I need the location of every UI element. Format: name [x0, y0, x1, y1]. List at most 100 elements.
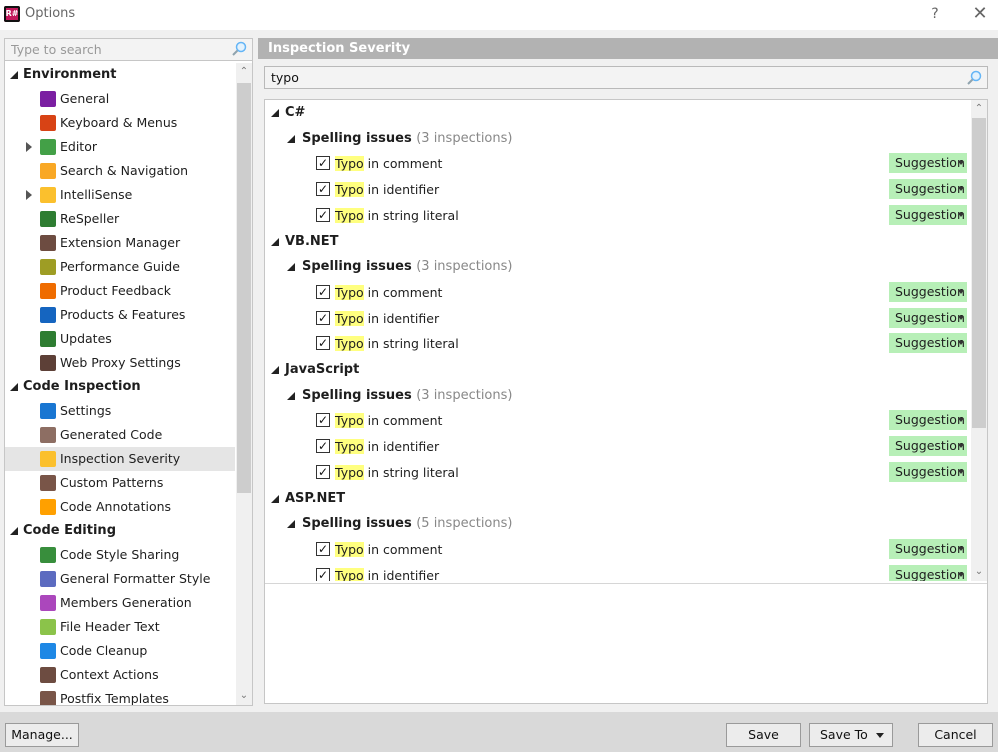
inspection-checkbox[interactable]: ✓	[316, 156, 330, 171]
category-row[interactable]: Spelling issues (3 inspections)	[265, 383, 971, 409]
tree-item-members-generation[interactable]: Members Generation	[5, 591, 235, 615]
tree-item-products-features[interactable]: Products & Features	[5, 303, 235, 327]
help-button[interactable]: ?	[921, 2, 949, 26]
tree-item-performance-guide[interactable]: Performance Guide	[5, 255, 235, 279]
tree-item-extension-manager[interactable]: Extension Manager	[5, 231, 235, 255]
tree-item-code-annotations[interactable]: Code Annotations	[5, 495, 235, 519]
tree-item-updates[interactable]: Updates	[5, 327, 235, 351]
tree-item-code-style-sharing[interactable]: Code Style Sharing	[5, 543, 235, 567]
language-group-row[interactable]: JavaScript	[265, 357, 971, 383]
language-group-row[interactable]: C#	[265, 100, 971, 126]
inspection-checkbox[interactable]: ✓	[316, 413, 330, 428]
severity-dropdown[interactable]: Suggestion	[889, 333, 967, 354]
language-group-row[interactable]: VB.NET	[265, 229, 971, 255]
formatter-icon	[40, 571, 56, 587]
save-to-button[interactable]: Save To	[809, 723, 893, 747]
inspection-checkbox[interactable]: ✓	[316, 207, 330, 222]
cancel-button[interactable]: Cancel	[918, 723, 993, 747]
severity-value: Suggestion	[895, 155, 965, 171]
collapsed-arrow-icon[interactable]	[26, 190, 32, 200]
expanded-arrow-icon[interactable]	[287, 520, 295, 529]
manage-button[interactable]: Manage...	[5, 723, 79, 747]
search-icon[interactable]	[966, 70, 984, 86]
category-row[interactable]: Spelling issues (3 inspections)	[265, 254, 971, 280]
category-row[interactable]: Spelling issues (5 inspections)	[265, 511, 971, 537]
tree-scrollbar[interactable]: ⌃ ⌄	[236, 63, 252, 705]
inspection-checkbox[interactable]: ✓	[316, 336, 330, 351]
options-search-input[interactable]	[9, 39, 229, 59]
results-scroll-thumb[interactable]	[972, 118, 986, 428]
close-button[interactable]: ✕	[966, 2, 994, 26]
scroll-up-icon[interactable]: ⌃	[239, 67, 249, 77]
tree-item-label: Inspection Severity	[60, 451, 181, 466]
tree-item-postfix-templates[interactable]: Postfix Templates	[5, 687, 235, 705]
tree-item-general-formatter-style[interactable]: General Formatter Style	[5, 567, 235, 591]
inspection-severity-icon	[40, 451, 56, 467]
inspection-checkbox[interactable]: ✓	[316, 310, 330, 325]
severity-dropdown[interactable]: Suggestion	[889, 538, 967, 559]
expanded-arrow-icon[interactable]	[271, 366, 279, 374]
tree-group-code-inspection[interactable]: Code Inspection	[5, 375, 235, 399]
expanded-arrow-icon[interactable]	[271, 109, 279, 117]
scroll-down-icon[interactable]: ⌄	[239, 691, 249, 701]
tree-item-inspection-severity[interactable]: Inspection Severity	[5, 447, 235, 471]
inspection-checkbox[interactable]: ✓	[316, 541, 330, 556]
tree-group-code-editing[interactable]: Code Editing	[5, 519, 235, 543]
inspection-checkbox[interactable]: ✓	[316, 182, 330, 197]
tree-item-context-actions[interactable]: Context Actions	[5, 663, 235, 687]
inspection-name-rest: in identifier	[363, 567, 440, 581]
search-icon[interactable]	[231, 41, 249, 57]
expanded-arrow-icon[interactable]	[271, 237, 279, 246]
severity-dropdown[interactable]: Suggestion	[889, 564, 967, 581]
tree-item-code-cleanup[interactable]: Code Cleanup	[5, 639, 235, 663]
tree-item-web-proxy-settings[interactable]: Web Proxy Settings	[5, 351, 235, 375]
inspection-checkbox[interactable]: ✓	[316, 464, 330, 479]
tree-group-environment[interactable]: Environment	[5, 63, 235, 87]
language-name: JavaScript	[285, 362, 360, 377]
tree-item-search-navigation[interactable]: Search & Navigation	[5, 159, 235, 183]
tree-item-file-header-text[interactable]: File Header Text	[5, 615, 235, 639]
severity-dropdown[interactable]: Suggestion	[889, 281, 967, 302]
inspection-checkbox[interactable]: ✓	[316, 567, 330, 581]
tree-item-editor[interactable]: Editor	[5, 135, 235, 159]
inspection-checkbox[interactable]: ✓	[316, 439, 330, 454]
inspection-name: Typo in identifier	[335, 567, 440, 581]
tree-item-settings[interactable]: Settings	[5, 399, 235, 423]
severity-dropdown[interactable]: Suggestion	[889, 307, 967, 328]
severity-dropdown[interactable]: Suggestion	[889, 436, 967, 457]
severity-dropdown[interactable]: Suggestion	[889, 153, 967, 174]
tree-item-respeller[interactable]: ReSpeller	[5, 207, 235, 231]
inspection-filter-input[interactable]	[269, 67, 959, 88]
expanded-arrow-icon[interactable]	[287, 263, 295, 272]
expanded-arrow-icon[interactable]	[10, 383, 18, 391]
inspection-checkbox[interactable]: ✓	[316, 284, 330, 299]
tree-item-custom-patterns[interactable]: Custom Patterns	[5, 471, 235, 495]
tree-item-general[interactable]: General	[5, 87, 235, 111]
expanded-arrow-icon[interactable]	[10, 71, 18, 79]
tree-item-label: IntelliSense	[60, 187, 133, 202]
tree-item-keyboard-menus[interactable]: Keyboard & Menus	[5, 111, 235, 135]
language-group-row[interactable]: ASP.NET	[265, 486, 971, 512]
tree-item-intellisense[interactable]: IntelliSense	[5, 183, 235, 207]
expanded-arrow-icon[interactable]	[287, 134, 295, 143]
results-scrollbar[interactable]: ⌃ ⌄	[971, 100, 987, 581]
severity-dropdown[interactable]: Suggestion	[889, 179, 967, 200]
category-row[interactable]: Spelling issues (3 inspections)	[265, 126, 971, 152]
severity-dropdown[interactable]: Suggestion	[889, 461, 967, 482]
chevron-down-icon	[958, 418, 964, 423]
tree-group-label: Environment	[23, 67, 117, 82]
collapsed-arrow-icon[interactable]	[26, 142, 32, 152]
scroll-down-icon[interactable]: ⌄	[974, 567, 984, 577]
save-button[interactable]: Save	[726, 723, 801, 747]
tree-scroll-thumb[interactable]	[237, 83, 251, 493]
expanded-arrow-icon[interactable]	[10, 527, 18, 535]
tree-item-product-feedback[interactable]: Product Feedback	[5, 279, 235, 303]
expanded-arrow-icon[interactable]	[287, 391, 295, 400]
severity-dropdown[interactable]: Suggestion	[889, 410, 967, 431]
tree-item-label: Search & Navigation	[60, 163, 189, 178]
severity-dropdown[interactable]: Suggestion	[889, 204, 967, 225]
scroll-up-icon[interactable]: ⌃	[974, 104, 984, 114]
expanded-arrow-icon[interactable]	[271, 494, 279, 503]
tree-item-generated-code[interactable]: Generated Code	[5, 423, 235, 447]
inspection-name-rest: in comment	[363, 156, 443, 172]
